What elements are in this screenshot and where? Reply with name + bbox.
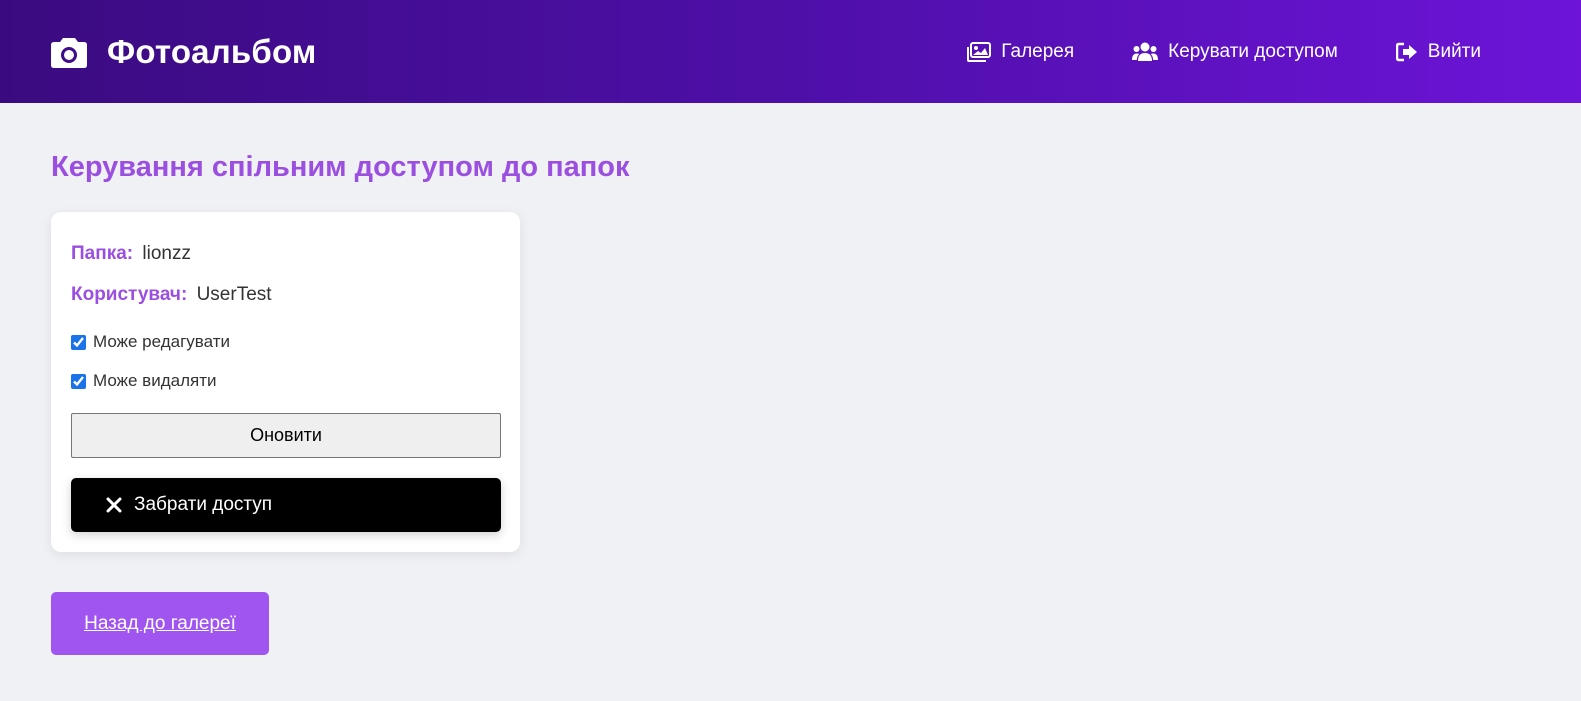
can-edit-label: Може редагувати: [93, 332, 230, 351]
update-button[interactable]: Оновити: [71, 413, 501, 458]
back-to-gallery-button[interactable]: Назад до галереї: [51, 592, 269, 655]
nav-gallery-label: Галерея: [1001, 40, 1075, 62]
top-header: Фотоальбом Галерея Керувати доступом Вий…: [0, 0, 1581, 103]
revoke-access-button[interactable]: Забрати доступ: [71, 478, 501, 532]
brand[interactable]: Фотоальбом: [51, 33, 317, 71]
close-icon: [106, 497, 122, 513]
can-delete-row[interactable]: Може видаляти: [71, 371, 500, 391]
user-value: UserTest: [196, 284, 272, 305]
revoke-access-label: Забрати доступ: [134, 494, 273, 515]
user-label: Користувач:: [71, 284, 188, 305]
share-card: Папка: lionzz Користувач: UserTest Може …: [51, 212, 520, 552]
nav-manage-access[interactable]: Керувати доступом: [1132, 41, 1338, 63]
nav-gallery[interactable]: Галерея: [967, 41, 1074, 63]
brand-title: Фотоальбом: [107, 32, 317, 70]
folder-row: Папка: lionzz: [71, 243, 500, 265]
images-icon: [967, 41, 992, 62]
logout-icon: [1395, 42, 1417, 61]
page-title: Керування спільним доступом до папок: [51, 151, 630, 183]
can-delete-label: Може видаляти: [93, 371, 217, 390]
nav-manage-access-label: Керувати доступом: [1168, 40, 1338, 62]
main-content: Керування спільним доступом до папок Пап…: [0, 103, 1581, 655]
nav-logout[interactable]: Вийти: [1395, 40, 1481, 63]
can-delete-checkbox[interactable]: [71, 373, 86, 389]
can-edit-row[interactable]: Може редагувати: [71, 332, 500, 352]
folder-label: Папка:: [71, 243, 134, 264]
main-nav: Галерея Керувати доступом Вийти: [967, 41, 1531, 63]
users-icon: [1132, 42, 1159, 61]
nav-logout-label: Вийти: [1427, 40, 1481, 62]
user-row: Користувач: UserTest: [71, 284, 500, 306]
can-edit-checkbox[interactable]: [71, 334, 86, 350]
camera-icon: [51, 37, 87, 68]
folder-value: lionzz: [142, 243, 191, 264]
